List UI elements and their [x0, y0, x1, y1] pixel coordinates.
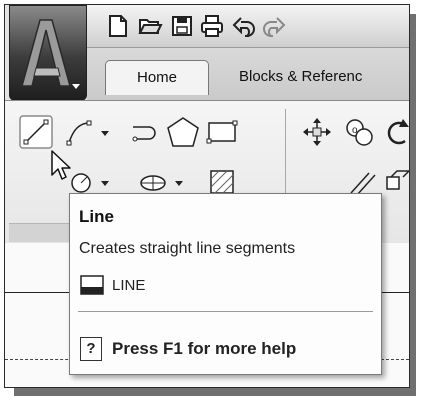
new-icon[interactable] [105, 13, 131, 39]
arc-icon[interactable] [127, 117, 163, 147]
undo-icon[interactable] [231, 13, 257, 39]
move-icon[interactable] [301, 117, 333, 147]
open-icon[interactable] [137, 13, 163, 39]
chevron-down-icon [72, 84, 80, 89]
line-icon[interactable] [19, 115, 53, 149]
rotate-icon[interactable] [383, 115, 410, 149]
application-window: Home Blocks & Referenc o Line Creates st… [4, 4, 410, 388]
array-icon[interactable] [381, 167, 410, 197]
help-icon: ? [80, 337, 102, 361]
tooltip-help-text: Press F1 for more help [112, 339, 297, 358]
command-line-icon [80, 275, 104, 295]
tooltip-divider [78, 311, 373, 312]
redo-icon[interactable] [261, 13, 287, 39]
tooltip-description: Creates straight line segments [79, 240, 296, 257]
mouse-pointer-icon [51, 150, 71, 180]
application-menu-button[interactable] [9, 5, 87, 101]
polyline-icon[interactable] [65, 117, 113, 147]
tooltip-command-name: LINE [112, 277, 146, 294]
save-icon[interactable] [169, 13, 195, 39]
command-tooltip: Line Creates straight line segments LINE… [69, 193, 382, 375]
svg-text:o: o [352, 125, 358, 136]
rectangle-icon[interactable] [205, 117, 241, 147]
copy-icon[interactable]: o [343, 115, 377, 149]
tab-home[interactable]: Home [105, 60, 209, 95]
quick-access-toolbar [87, 5, 409, 48]
autocad-logo-icon [21, 19, 71, 87]
tooltip-title: Line [79, 207, 114, 226]
ribbon-tab-bar: Home Blocks & Referenc [87, 48, 409, 100]
polygon-icon[interactable] [165, 115, 201, 149]
tab-blocks-references[interactable]: Blocks & Referenc [239, 60, 362, 94]
print-icon[interactable] [199, 13, 225, 39]
